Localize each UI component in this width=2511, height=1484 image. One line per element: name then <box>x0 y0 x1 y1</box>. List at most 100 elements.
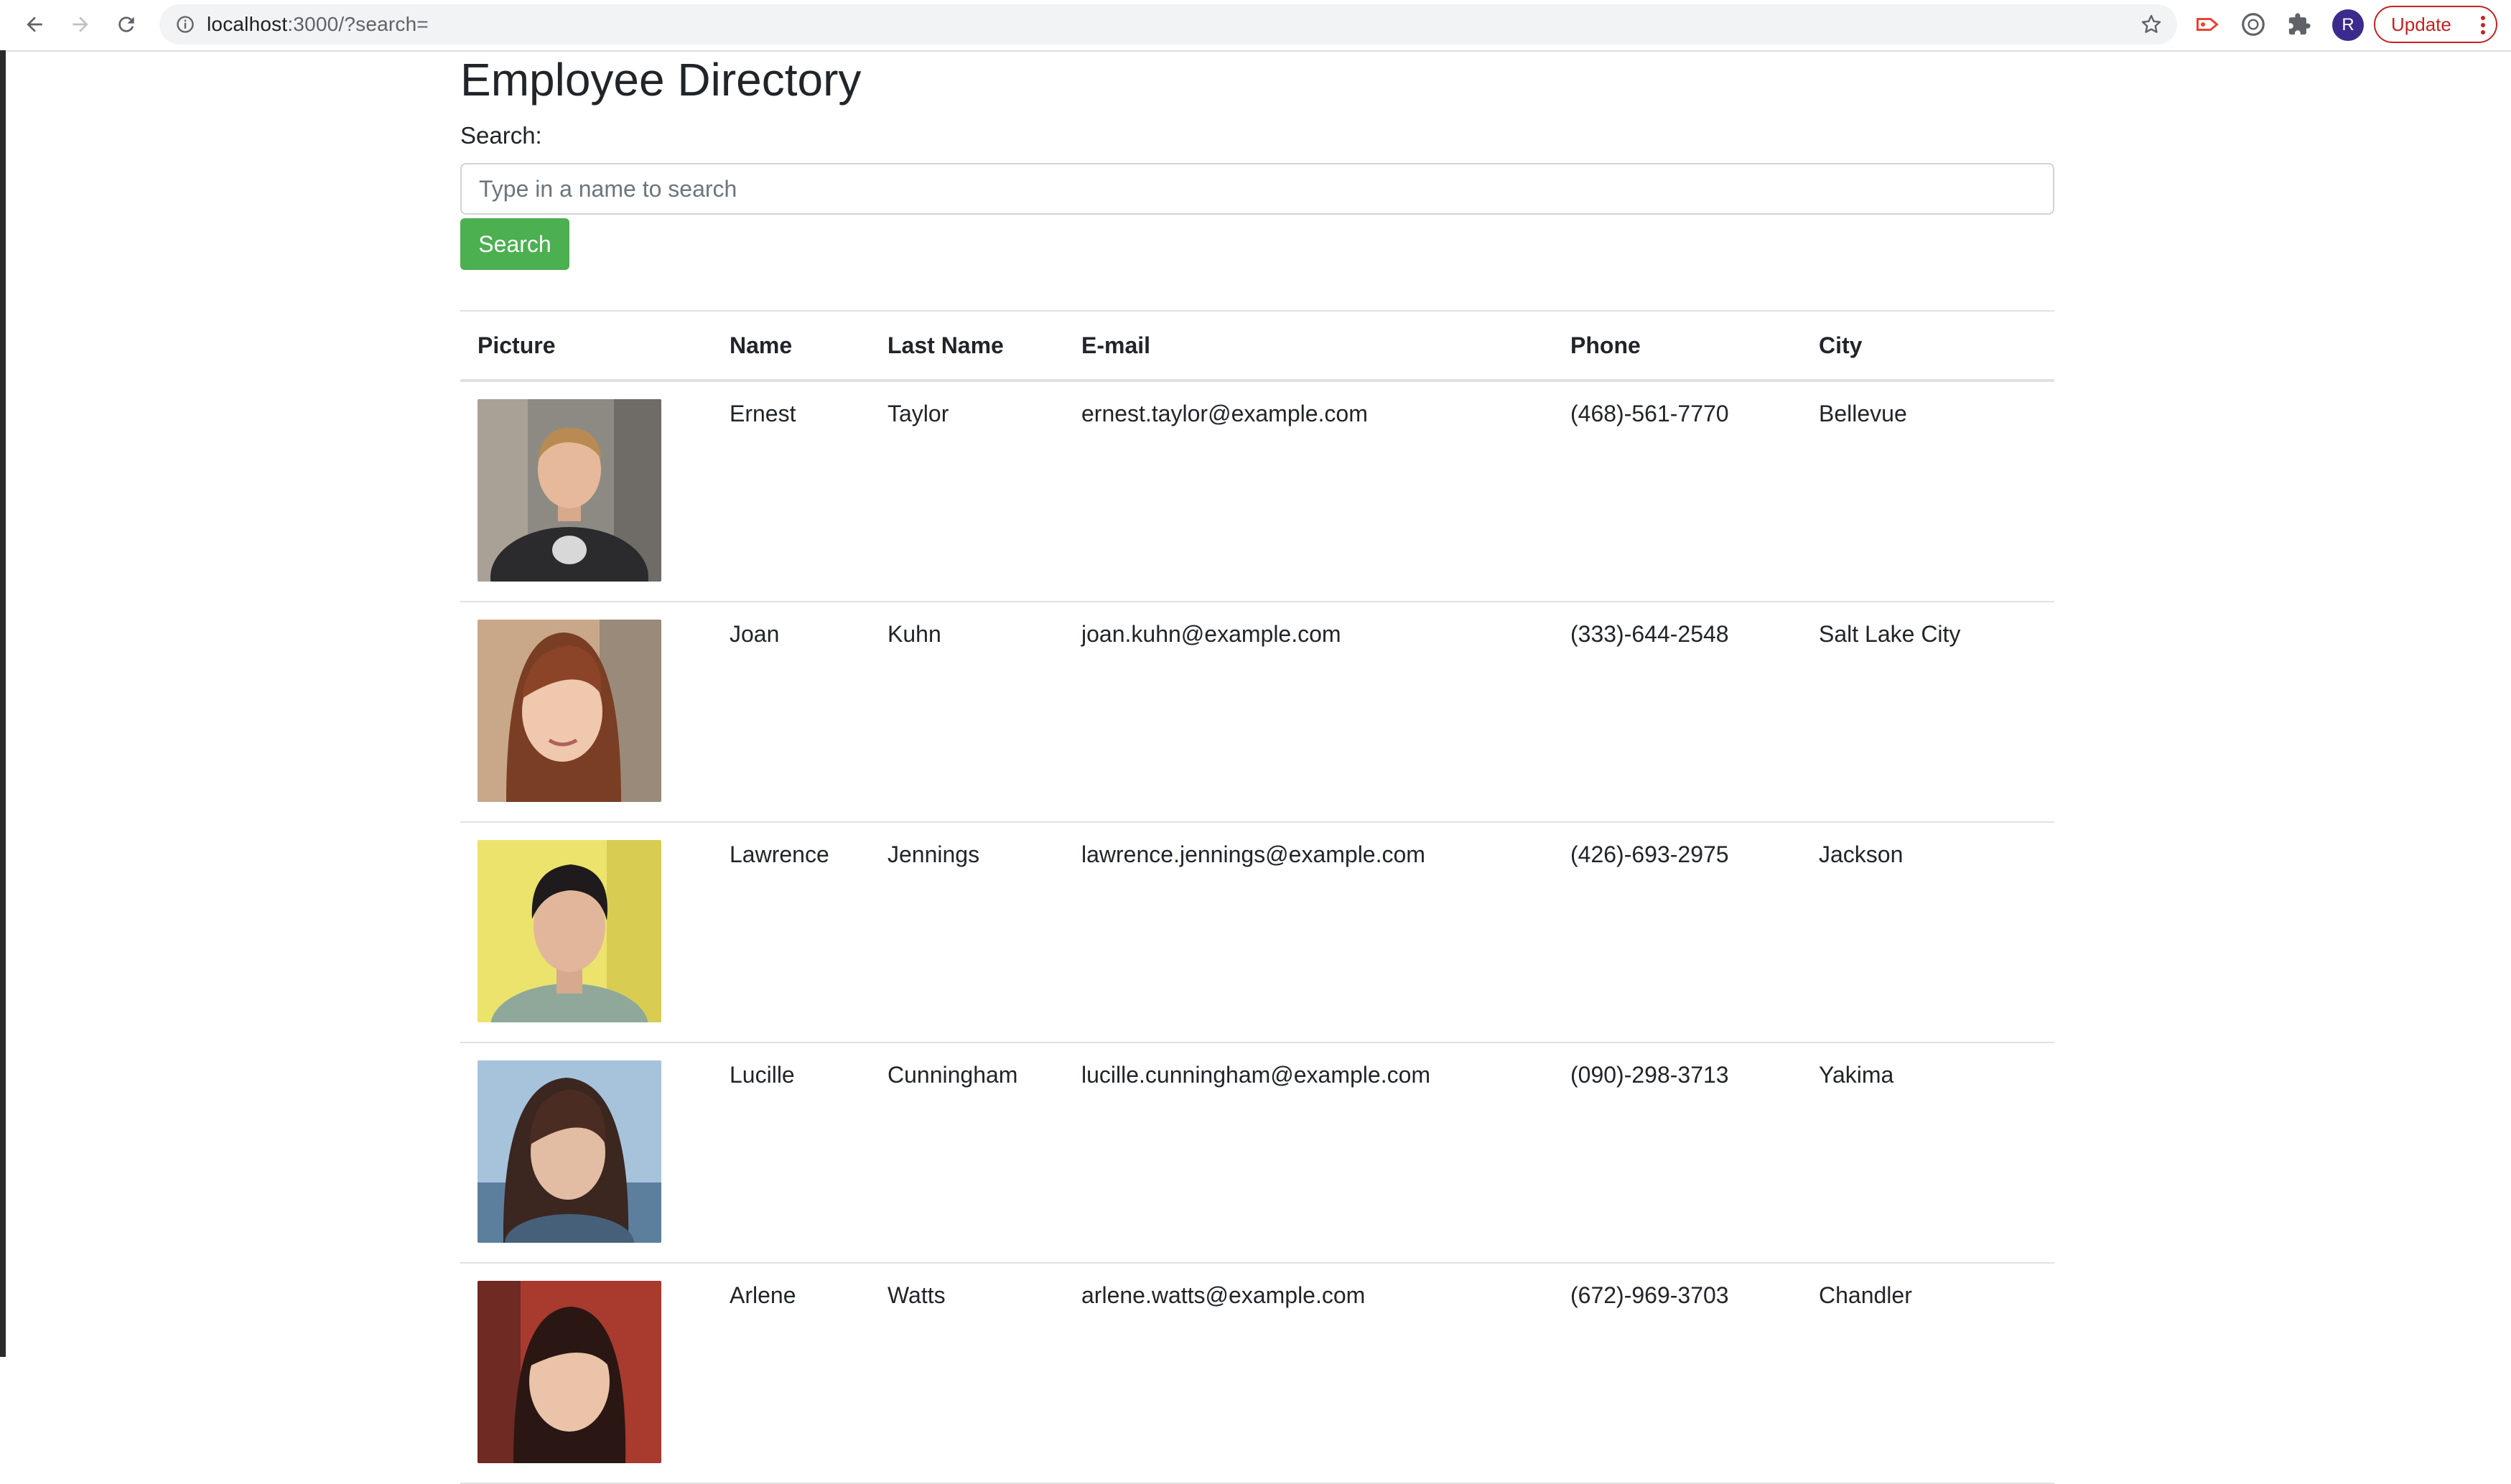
table-header: Picture Name Last Name E-mail Phone City <box>460 310 2054 382</box>
city-cell: Yakima <box>1802 1042 2054 1264</box>
first-name-cell: Lawrence <box>712 822 870 1043</box>
first-name: Lucille <box>730 1062 795 1088</box>
first-name: Arlene <box>730 1282 796 1308</box>
city: Bellevue <box>1819 401 1907 426</box>
city-cell: Salt Lake City <box>1802 602 2054 823</box>
picture-cell <box>460 1042 712 1264</box>
url-host: localhost <box>207 13 288 35</box>
employee-photo <box>477 620 661 802</box>
last-name-cell: Taylor <box>870 381 1064 602</box>
city: Yakima <box>1819 1062 1894 1088</box>
extension-icon[interactable] <box>2239 10 2268 39</box>
employee-photo <box>477 399 661 582</box>
phone-cell: (468)-561-7770 <box>1553 381 1802 602</box>
city: Jackson <box>1819 841 1904 867</box>
url-text: localhost:3000/?search= <box>207 4 429 45</box>
last-name-cell: Kuhn <box>870 602 1064 823</box>
picture-cell <box>460 602 712 823</box>
last-name: Kuhn <box>888 621 941 647</box>
picture-cell <box>460 822 712 1043</box>
first-name-cell: Arlene <box>712 1263 870 1484</box>
table-row: Arlene Watts arlene.watts@example.com (6… <box>460 1263 2054 1484</box>
phone: (333)-644-2548 <box>1570 621 1729 647</box>
first-name-cell: Ernest <box>712 381 870 602</box>
profile-avatar[interactable]: R <box>2332 9 2364 41</box>
city: Salt Lake City <box>1819 621 1961 647</box>
last-name-cell: Watts <box>870 1263 1064 1484</box>
last-name: Cunningham <box>888 1062 1018 1088</box>
first-name-cell: Joan <box>712 602 870 823</box>
phone: (672)-969-3703 <box>1570 1282 1729 1308</box>
profile-initial: R <box>2342 15 2354 34</box>
employee-photo <box>477 840 661 1022</box>
employee-photo <box>477 1060 661 1243</box>
city-cell: Bellevue <box>1802 381 2054 602</box>
header-city[interactable]: City <box>1802 310 2054 382</box>
email: arlene.watts@example.com <box>1081 1282 1366 1308</box>
puzzle-icon[interactable] <box>2285 10 2314 39</box>
phone-cell: (090)-298-3713 <box>1553 1042 1802 1264</box>
table-row: Lucille Cunningham lucille.cunningham@ex… <box>460 1042 2054 1264</box>
first-name-cell: Lucille <box>712 1042 870 1264</box>
back-button[interactable] <box>19 9 50 40</box>
first-name: Ernest <box>730 401 796 426</box>
reload-icon <box>118 17 134 32</box>
info-icon[interactable] <box>175 14 195 34</box>
email-cell: lawrence.jennings@example.com <box>1064 822 1553 1043</box>
phone: (426)-693-2975 <box>1570 841 1729 867</box>
phone-cell: (672)-969-3703 <box>1553 1263 1802 1484</box>
update-label: Update <box>2391 13 2451 35</box>
forward-button[interactable] <box>65 9 96 40</box>
email: lucille.cunningham@example.com <box>1081 1062 1431 1088</box>
arrow-left-icon <box>27 17 42 32</box>
phone-cell: (333)-644-2548 <box>1553 602 1802 823</box>
more-vert-icon <box>2481 16 2485 34</box>
header-last-name[interactable]: Last Name <box>870 310 1064 382</box>
last-name: Jennings <box>888 841 980 867</box>
picture-cell <box>460 1263 712 1484</box>
reload-button[interactable] <box>111 9 142 40</box>
header-email[interactable]: E-mail <box>1064 310 1553 382</box>
header-name[interactable]: Name <box>712 310 870 382</box>
email-cell: ernest.taylor@example.com <box>1064 381 1553 602</box>
header-picture[interactable]: Picture <box>460 310 712 382</box>
employee-photo <box>477 1281 661 1463</box>
phone-cell: (426)-693-2975 <box>1553 822 1802 1043</box>
email-cell: joan.kuhn@example.com <box>1064 602 1553 823</box>
table-row: Ernest Taylor ernest.taylor@example.com … <box>460 381 2054 602</box>
arrow-right-icon <box>73 17 88 32</box>
last-name: Watts <box>888 1282 946 1308</box>
url-path: :3000/?search= <box>287 13 429 35</box>
page-content: Employee Directory Search: Search Pictur… <box>6 52 2511 1484</box>
email: lawrence.jennings@example.com <box>1081 841 1425 867</box>
update-button[interactable]: Update <box>2374 6 2497 43</box>
window-edge <box>0 50 6 1357</box>
header-phone[interactable]: Phone <box>1553 310 1802 382</box>
browser-window: localhost:3000/?search= R Update Employe… <box>0 0 2511 1484</box>
picture-cell <box>460 381 712 602</box>
table-body: Ernest Taylor ernest.taylor@example.com … <box>460 381 2054 1484</box>
address-bar[interactable]: localhost:3000/?search= <box>159 4 2177 45</box>
email: ernest.taylor@example.com <box>1081 401 1368 426</box>
phone: (468)-561-7770 <box>1570 401 1729 426</box>
search-button[interactable]: Search <box>460 218 569 270</box>
search-input[interactable] <box>460 163 2054 215</box>
star-icon[interactable] <box>2140 13 2163 36</box>
first-name: Joan <box>730 621 780 647</box>
last-name: Taylor <box>888 401 949 426</box>
employee-table: Picture Name Last Name E-mail Phone City <box>460 310 2054 1484</box>
email-cell: lucille.cunningham@example.com <box>1064 1042 1553 1264</box>
city: Chandler <box>1819 1282 1912 1308</box>
last-name-cell: Cunningham <box>870 1042 1064 1264</box>
cast-extension-icon[interactable] <box>2193 10 2222 39</box>
page-title: Employee Directory <box>460 54 862 106</box>
email-cell: arlene.watts@example.com <box>1064 1263 1553 1484</box>
browser-toolbar: localhost:3000/?search= R Update <box>0 0 2511 52</box>
city-cell: Chandler <box>1802 1263 2054 1484</box>
search-label: Search: <box>460 122 542 149</box>
table-row: Lawrence Jennings lawrence.jennings@exam… <box>460 822 2054 1043</box>
last-name-cell: Jennings <box>870 822 1064 1043</box>
table-row: Joan Kuhn joan.kuhn@example.com (333)-64… <box>460 602 2054 823</box>
email: joan.kuhn@example.com <box>1081 621 1341 647</box>
city-cell: Jackson <box>1802 822 2054 1043</box>
